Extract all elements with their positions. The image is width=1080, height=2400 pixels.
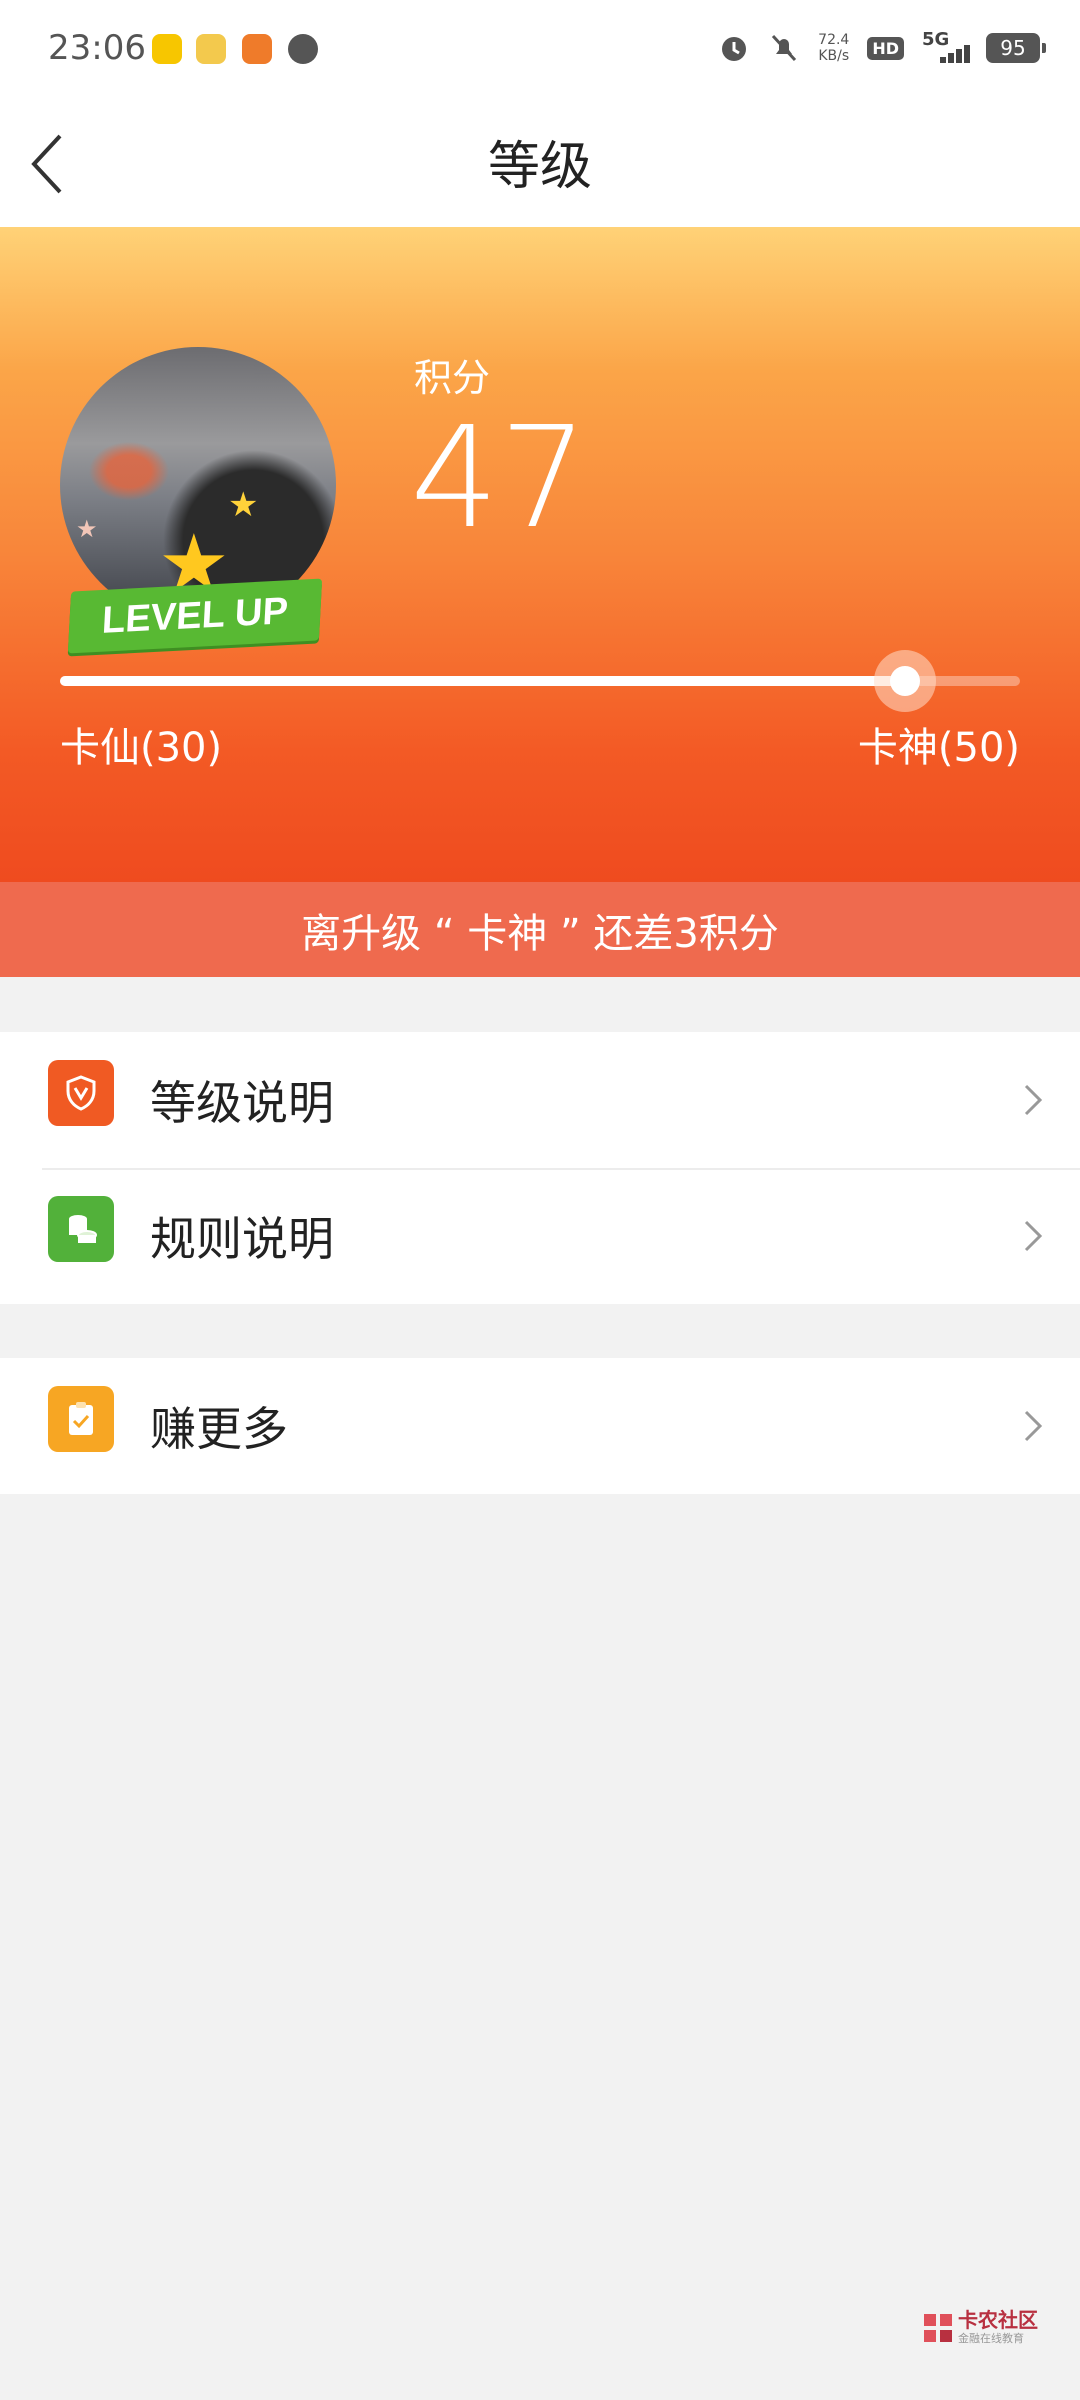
clipboard-check-icon: [48, 1386, 114, 1452]
weibo-notification-icon: [196, 34, 226, 64]
level-progress-fill: [60, 676, 905, 686]
menu-item-label: 等级说明: [150, 1076, 334, 1130]
points-value: 47: [410, 397, 589, 560]
app-notification-icon: [152, 34, 182, 64]
menu-item-earn-more[interactable]: 赚更多: [0, 1358, 1080, 1494]
coins-icon: [48, 1196, 114, 1262]
menu-item-label: 赚更多: [150, 1402, 288, 1456]
menu-group-2: 赚更多: [0, 1358, 1080, 1494]
alarm-icon: [722, 37, 747, 61]
status-icons: 72.4 KB/s HD 5G 95: [718, 28, 1046, 68]
chevron-right-icon: [1024, 1410, 1043, 1442]
battery-icon: 95: [986, 33, 1046, 63]
chevron-right-icon: [1024, 1220, 1043, 1252]
status-time: 23:06: [48, 28, 146, 68]
level-up-text: LEVEL UP: [100, 589, 290, 642]
level-up-badge: LEVEL UP: [67, 578, 323, 654]
battery-level: 95: [1000, 36, 1026, 60]
network-speed: 72.4 KB/s: [818, 32, 849, 64]
nav-bar: 等级: [0, 100, 1080, 227]
app-notification-icon: [242, 34, 272, 64]
speedometer-icon: [288, 34, 318, 64]
points-label: 积分: [414, 356, 491, 400]
upgrade-hint-text: 离升级 “ 卡神 ” 还差3积分: [301, 910, 779, 957]
shield-v-icon: [48, 1060, 114, 1126]
hd-badge: HD: [867, 36, 904, 60]
bell-muted-icon: [772, 34, 797, 62]
next-level-label: 卡神(50): [857, 725, 1020, 771]
status-bar: 23:06 72.4 KB/s HD 5G 95: [0, 0, 1080, 100]
chevron-right-icon: [1024, 1084, 1043, 1116]
menu-item-level-info[interactable]: 等级说明: [0, 1032, 1080, 1168]
level-progress-bar: [60, 650, 1020, 712]
progress-thumb: [889, 666, 920, 696]
menu-item-label: 规则说明: [150, 1212, 334, 1266]
level-hero: ★ ★ ★ LEVEL UP 积分 47 卡仙(30) 卡神(50): [0, 227, 1080, 882]
community-logo-icon: [924, 2314, 952, 2342]
network-speed-unit: KB/s: [818, 48, 850, 64]
watermark-name: 卡农社区: [958, 2308, 1038, 2332]
upgrade-hint-banner: 离升级 “ 卡神 ” 还差3积分: [0, 882, 1080, 977]
network-speed-value: 72.4: [818, 32, 850, 48]
community-watermark: 卡农社区 金融在线教育: [920, 2304, 1040, 2352]
watermark-tagline: 金融在线教育: [958, 2332, 1024, 2345]
network-type: 5G: [922, 29, 950, 50]
menu-group-1: 等级说明 规则说明: [0, 1032, 1080, 1304]
current-level-label: 卡仙(30): [60, 725, 223, 771]
page-title: 等级: [487, 137, 592, 197]
menu-item-rules[interactable]: 规则说明: [0, 1168, 1080, 1304]
signal-icon: 5G: [922, 29, 970, 65]
